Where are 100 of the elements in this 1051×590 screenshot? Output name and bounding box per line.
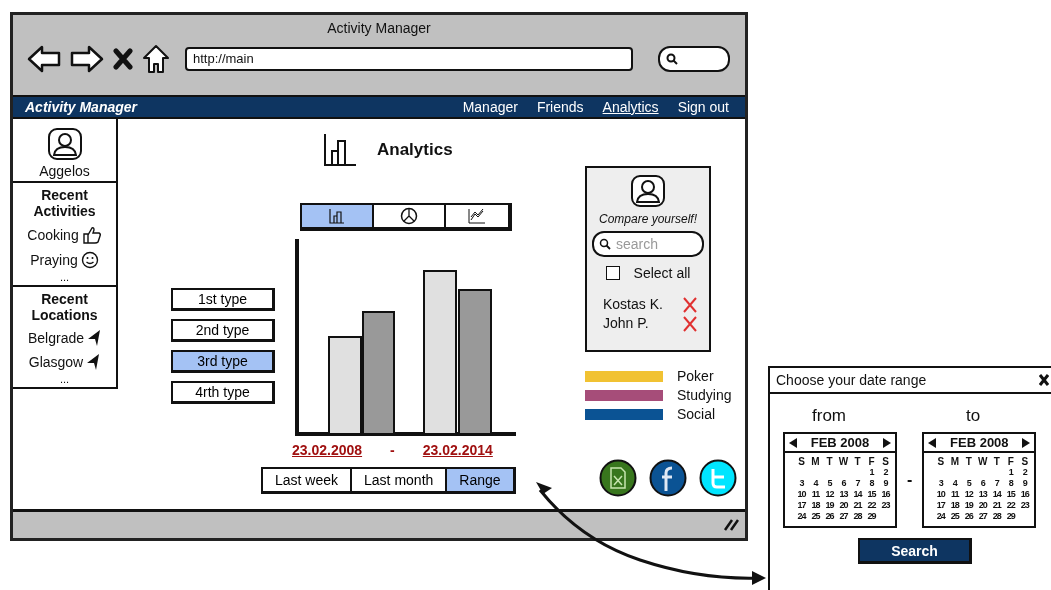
calendar-day[interactable]: 28 — [990, 511, 1004, 522]
calendar-day[interactable]: 20 — [837, 500, 850, 511]
calendar-day[interactable]: 9 — [1018, 478, 1032, 489]
sidebar-item[interactable]: Glasgow — [28, 354, 84, 370]
calendar-day[interactable]: 24 — [934, 511, 948, 522]
calendar-day[interactable]: 12 — [962, 489, 976, 500]
calendar-day[interactable]: 23 — [1018, 500, 1032, 511]
calendar-day[interactable]: 10 — [795, 489, 808, 500]
calendar-day[interactable]: 11 — [948, 489, 962, 500]
calendar-day[interactable]: 29 — [1004, 511, 1018, 522]
calendar-day[interactable]: 26 — [823, 511, 836, 522]
calendar[interactable]: FEB 2008 S M T W T F S 1 2 3 4 5 6 7 8 9 10 11 12 13 14 15 16 17 18 19 20 21 22 23 24 25 26 27 28 29 — [922, 432, 1037, 528]
activity-type-button[interactable]: 3rd type — [171, 350, 275, 373]
calendar-day[interactable]: 15 — [865, 489, 878, 500]
calendar-day[interactable]: 1 — [1004, 467, 1018, 478]
home-icon[interactable] — [142, 44, 170, 74]
calendar-day[interactable]: 3 — [795, 478, 808, 489]
sidebar-item[interactable]: Belgrade — [27, 330, 84, 346]
calendar-day[interactable]: 24 — [795, 511, 808, 522]
weekday-label: W — [977, 456, 989, 467]
calendar-day[interactable]: 4 — [948, 478, 962, 489]
calendar-day[interactable]: 1 — [865, 467, 878, 478]
calendar-day[interactable]: 28 — [851, 511, 864, 522]
calendar-day[interactable]: 27 — [837, 511, 850, 522]
calendar-day[interactable]: 8 — [1004, 478, 1018, 489]
calendar-day[interactable]: 17 — [795, 500, 808, 511]
activity-type-button[interactable]: 2nd type — [171, 319, 275, 342]
calendar-day[interactable]: 18 — [948, 500, 962, 511]
calendar-day[interactable]: 13 — [837, 489, 850, 500]
calendar-day[interactable]: 10 — [934, 489, 948, 500]
activity-type-button[interactable]: 4rth type — [171, 381, 275, 404]
search-button[interactable]: Search — [858, 538, 972, 564]
period-button[interactable]: Range — [447, 469, 513, 491]
close-icon[interactable] — [113, 48, 133, 70]
forward-icon[interactable] — [70, 44, 104, 74]
calendar-day[interactable]: 15 — [1004, 489, 1018, 500]
calendar-day[interactable]: 22 — [1004, 500, 1018, 511]
calendar-day[interactable]: 17 — [934, 500, 948, 511]
calendar[interactable]: FEB 2008 S M T W T F S 1 2 3 4 5 6 7 8 9 10 11 12 13 14 15 16 17 18 19 20 21 22 23 24 25 26 27 28 29 — [783, 432, 897, 528]
calendar-day[interactable]: 6 — [837, 478, 850, 489]
checkbox[interactable] — [605, 266, 620, 280]
section-title: Recent Locations — [30, 291, 99, 323]
close-icon[interactable] — [1039, 374, 1049, 386]
calendar-day[interactable]: 5 — [823, 478, 836, 489]
calendar-day[interactable]: 2 — [1018, 467, 1032, 478]
window-title: Activity Manager — [326, 20, 432, 36]
calendar-day[interactable]: 11 — [809, 489, 822, 500]
calendar-day[interactable]: 7 — [990, 478, 1004, 489]
calendar-day[interactable]: 21 — [990, 500, 1004, 511]
remove-icon[interactable] — [683, 296, 697, 313]
end-date-link[interactable]: 23.02.2014 — [422, 442, 493, 458]
calendar-day[interactable]: 18 — [809, 500, 822, 511]
nav-link[interactable]: Manager — [462, 99, 518, 115]
calendar-day[interactable]: 25 — [948, 511, 962, 522]
next-month-icon[interactable] — [883, 437, 891, 448]
start-date-link[interactable]: 23.02.2008 — [292, 442, 363, 458]
calendar-day[interactable]: 23 — [879, 500, 892, 511]
calendar-day[interactable]: 2 — [879, 467, 892, 478]
calendar-day[interactable]: 14 — [851, 489, 864, 500]
remove-icon[interactable] — [683, 315, 697, 332]
spreadsheet-icon[interactable] — [599, 459, 637, 497]
back-icon[interactable] — [27, 44, 61, 74]
nav-link[interactable]: Analytics — [602, 99, 659, 115]
calendar-day[interactable]: 19 — [962, 500, 976, 511]
calendar-day[interactable]: 6 — [976, 478, 990, 489]
sidebar-item[interactable]: Cooking — [27, 227, 79, 243]
calendar-day[interactable]: 7 — [851, 478, 864, 489]
calendar-day[interactable]: 27 — [976, 511, 990, 522]
calendar-day[interactable]: 8 — [865, 478, 878, 489]
calendar-day[interactable]: 9 — [879, 478, 892, 489]
address-field[interactable]: http://main — [185, 47, 633, 71]
calendar-day[interactable]: 3 — [934, 478, 948, 489]
calendar-day[interactable]: 22 — [865, 500, 878, 511]
facebook-icon[interactable] — [649, 459, 687, 497]
calendar-day[interactable]: 12 — [823, 489, 836, 500]
search-field[interactable]: search — [592, 231, 704, 257]
previous-month-icon[interactable] — [928, 437, 937, 448]
nav-link[interactable]: Friends — [536, 99, 584, 115]
calendar-day[interactable]: 21 — [851, 500, 864, 511]
activity-type-button[interactable]: 1st type — [171, 288, 275, 311]
calendar-day[interactable]: 20 — [976, 500, 990, 511]
calendar-day[interactable]: 14 — [990, 489, 1004, 500]
twitter-icon[interactable] — [699, 459, 737, 497]
calendar-day[interactable]: 25 — [809, 511, 822, 522]
calendar-day[interactable]: 26 — [962, 511, 976, 522]
calendar-day[interactable]: 4 — [809, 478, 822, 489]
calendar-day[interactable]: 16 — [879, 489, 892, 500]
calendar-day[interactable]: 16 — [1018, 489, 1032, 500]
nav-link[interactable]: Sign out — [677, 99, 729, 115]
previous-month-icon[interactable] — [789, 437, 797, 448]
calendar-day[interactable]: 19 — [823, 500, 836, 511]
calendar-day[interactable]: 5 — [962, 478, 976, 489]
bar-chart-toggle[interactable] — [302, 205, 374, 227]
sidebar-item[interactable]: Praying — [30, 252, 78, 268]
calendar-day[interactable]: 13 — [976, 489, 990, 500]
search-field[interactable] — [658, 46, 730, 72]
calendar-day[interactable]: 29 — [865, 511, 878, 522]
resize-grip-icon[interactable] — [723, 518, 739, 532]
next-month-icon[interactable] — [1022, 437, 1031, 448]
legend-label: Social — [677, 406, 716, 422]
